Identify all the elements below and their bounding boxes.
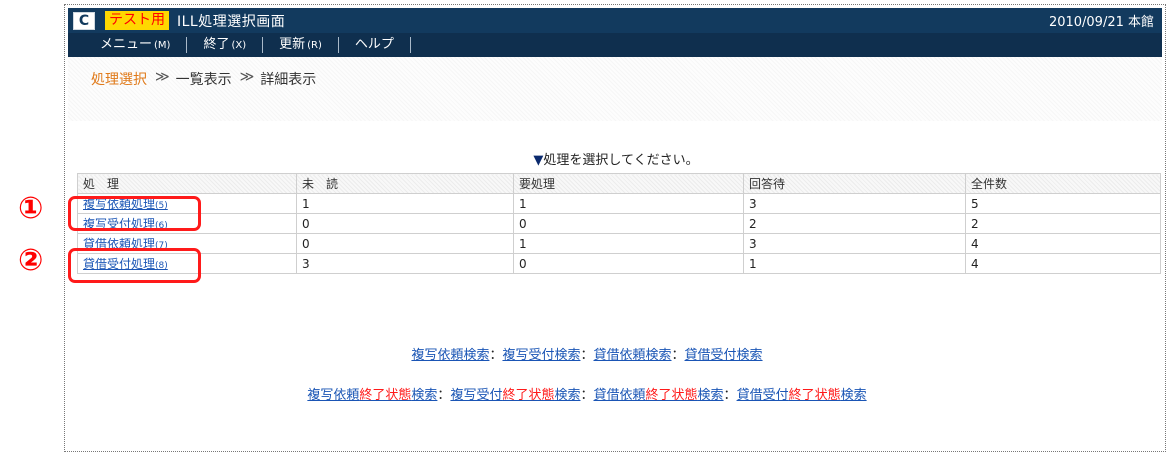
instruction-text: ▼処理を選択してください。	[65, 149, 1167, 168]
menu-label: 終了	[203, 37, 230, 52]
link-part: 複写依頼	[307, 388, 360, 403]
link-separator: ：	[671, 348, 685, 363]
link-part: 検索	[554, 388, 581, 403]
link-separator: ：	[580, 388, 594, 403]
menu-shortcut: (M)	[154, 40, 171, 51]
waiting-cell: 3	[743, 233, 966, 254]
search-links-row-1: 複写依頼検索：複写受付検索：貸借依頼検索：貸借受付検索	[0, 344, 1174, 363]
instruction-label: 処理を選択してください。	[543, 153, 699, 168]
closed-search-link-copy-accept[interactable]: 複写受付終了状態検索	[450, 388, 580, 403]
window-title: ILL処理選択画面	[177, 13, 286, 30]
breadcrumb-current[interactable]: 処理選択	[91, 69, 147, 89]
closed-search-link-copy-request[interactable]: 複写依頼終了状態検索	[307, 388, 437, 403]
title-bar: C テスト用 ILL処理選択画面 2010/09/21 本館	[68, 8, 1162, 33]
link-part: 検索	[411, 388, 438, 403]
search-link-copy-accept[interactable]: 複写受付検索	[502, 348, 580, 363]
unread-cell: 0	[296, 233, 514, 254]
total-cell: 4	[965, 233, 1161, 254]
menu-bar: メニュー (M) 終了 (X) 更新 (R) ヘルプ	[68, 33, 1162, 57]
breadcrumb-item-list: 一覧表示	[175, 72, 232, 88]
total-cell: 2	[965, 213, 1161, 234]
unread-cell: 3	[296, 253, 514, 274]
link-separator: ：	[489, 348, 503, 363]
link-part: 検索	[840, 388, 867, 403]
menu-item-menu[interactable]: メニュー (M)	[84, 37, 188, 53]
search-link-loan-request[interactable]: 貸借依頼検索	[594, 348, 672, 363]
unread-cell: 1	[296, 193, 514, 214]
search-links-row-2: 複写依頼終了状態検索：複写受付終了状態検索：貸借依頼終了状態検索：貸借受付終了状…	[0, 384, 1174, 403]
table-row: 貸借受付処理(8) 3 0 1 4	[77, 253, 1161, 274]
menu-shortcut: (R)	[307, 40, 322, 51]
callout-box-2	[68, 248, 201, 283]
unread-cell: 0	[296, 213, 514, 234]
app-logo-icon: C	[73, 11, 95, 30]
test-mode-badge: テスト用	[105, 11, 169, 30]
column-header: 未 読	[296, 173, 514, 194]
breadcrumb-item-detail: 詳細表示	[260, 72, 317, 88]
link-part-highlight: 終了状態	[645, 388, 698, 403]
link-separator: ：	[437, 388, 451, 403]
link-part: 複写受付	[450, 388, 503, 403]
menu-item-help[interactable]: ヘルプ	[339, 37, 411, 53]
breadcrumb-separator: ≫	[239, 69, 255, 85]
closed-search-link-loan-accept[interactable]: 貸借受付終了状態検索	[737, 388, 867, 403]
total-cell: 5	[965, 193, 1161, 214]
pending-cell: 0	[513, 213, 744, 234]
link-part-highlight: 終了状態	[788, 388, 841, 403]
menu-label: メニュー	[100, 37, 153, 52]
process-table: 処 理 未 読 要処理 回答待 全件数 複写依頼処理(5) 1 1 3 5 複写…	[77, 173, 1161, 274]
table-row: 貸借依頼処理(7) 0 1 3 4	[77, 233, 1161, 254]
link-part-highlight: 終了状態	[502, 388, 555, 403]
column-header: 全件数	[965, 173, 1161, 194]
menu-item-exit[interactable]: 終了 (X)	[187, 37, 264, 53]
callout-number-2: ②	[18, 243, 44, 278]
link-part-highlight: 終了状態	[359, 388, 412, 403]
search-link-loan-accept[interactable]: 貸借受付検索	[685, 348, 763, 363]
callout-box-1	[68, 196, 201, 231]
table-row: 複写受付処理(6) 0 0 2 2	[77, 213, 1161, 234]
waiting-cell: 3	[743, 193, 966, 214]
total-cell: 4	[965, 253, 1161, 274]
menu-label: ヘルプ	[354, 37, 394, 52]
column-header: 回答待	[743, 173, 966, 194]
link-part: 貸借受付	[736, 388, 789, 403]
breadcrumb-area: 処理選択 ≫ 一覧表示 ≫ 詳細表示	[68, 57, 1162, 121]
pending-cell: 1	[513, 193, 744, 214]
link-part: 検索	[697, 388, 724, 403]
waiting-cell: 1	[743, 253, 966, 274]
pending-cell: 1	[513, 233, 744, 254]
link-separator: ：	[723, 388, 737, 403]
menu-shortcut: (X)	[231, 40, 247, 51]
pending-cell: 0	[513, 253, 744, 274]
search-link-copy-request[interactable]: 複写依頼検索	[411, 348, 489, 363]
triangle-down-icon: ▼	[533, 153, 544, 168]
breadcrumb: 処理選択 ≫ 一覧表示 ≫ 詳細表示	[91, 69, 316, 89]
menu-label: 更新	[279, 37, 306, 52]
table-row: 複写依頼処理(5) 1 1 3 5	[77, 193, 1161, 214]
table-header-row: 処 理 未 読 要処理 回答待 全件数	[77, 173, 1161, 194]
breadcrumb-separator: ≫	[155, 69, 170, 85]
column-header: 要処理	[513, 173, 744, 194]
closed-search-link-loan-request[interactable]: 貸借依頼終了状態検索	[594, 388, 724, 403]
date-location: 2010/09/21 本館	[1048, 15, 1154, 30]
link-part: 貸借依頼	[593, 388, 646, 403]
column-header: 処 理	[77, 173, 297, 194]
callout-number-1: ①	[18, 191, 44, 226]
waiting-cell: 2	[743, 213, 966, 234]
link-separator: ：	[580, 348, 594, 363]
menu-item-refresh[interactable]: 更新 (R)	[263, 37, 339, 53]
